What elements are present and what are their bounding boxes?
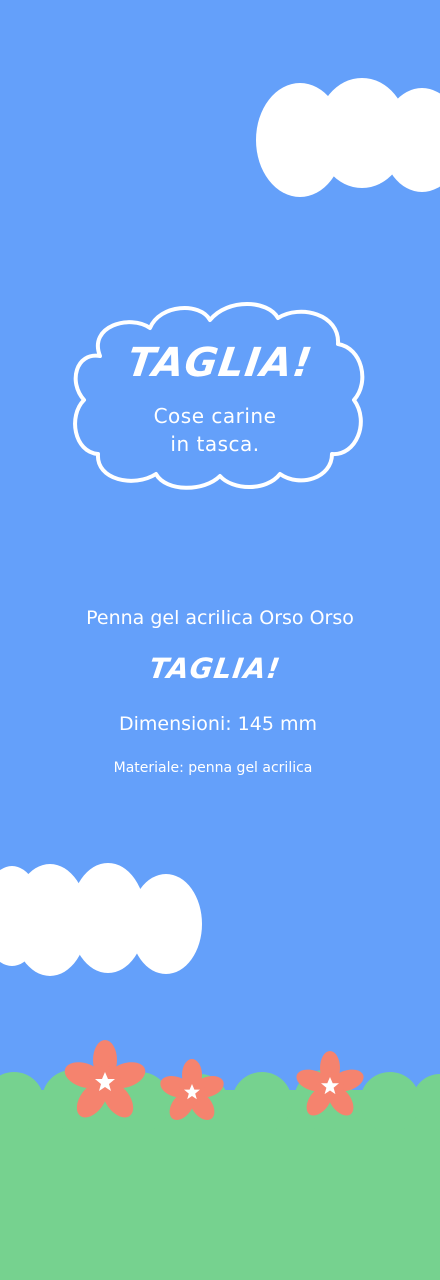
product-name: Penna gel acrilica Orso Orso: [86, 607, 354, 629]
grass-ground: [0, 1040, 440, 1280]
badge-cloud-frame: [73, 302, 365, 490]
badge-subtitle-line1: Cose carine: [153, 404, 277, 428]
badge-subtitle-line2: in tasca.: [170, 432, 260, 456]
cloud-top-right: [256, 78, 440, 197]
product-material: Materiale: penna gel acrilica: [113, 760, 313, 776]
product-dimensions: Dimensioni: 145 mm: [118, 713, 318, 735]
badge-title: TAGLIA!: [124, 340, 316, 386]
cloud-left: [0, 863, 202, 976]
brand-logo-text: TAGLIA!: [147, 652, 283, 685]
